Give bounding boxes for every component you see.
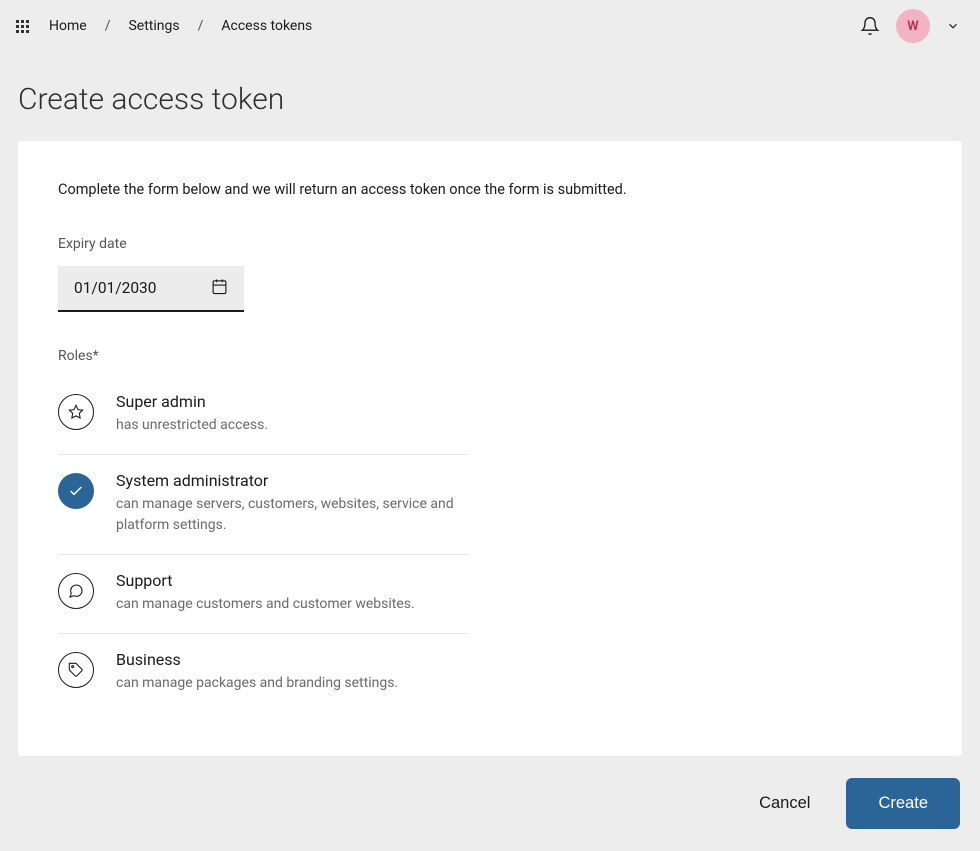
breadcrumb: Home / Settings / Access tokens (43, 14, 318, 38)
apps-icon[interactable] (16, 20, 29, 33)
breadcrumb-settings[interactable]: Settings (122, 14, 185, 38)
avatar[interactable]: W (896, 9, 930, 43)
role-content: Business can manage packages and brandin… (116, 650, 468, 694)
breadcrumb-separator: / (186, 18, 216, 34)
role-name: Support (116, 571, 468, 590)
star-icon (58, 394, 94, 430)
roles-section: Roles* Super admin has unrestricted acce… (58, 348, 922, 712)
form-card: Complete the form below and we will retu… (18, 141, 962, 756)
role-desc: can manage customers and customer websit… (116, 594, 468, 615)
calendar-icon (211, 278, 228, 299)
role-desc: has unrestricted access. (116, 415, 468, 436)
footer: Cancel Create (0, 756, 980, 851)
role-system-administrator[interactable]: System administrator can manage servers,… (58, 455, 468, 555)
page-title: Create access token (0, 52, 980, 141)
role-name: System administrator (116, 471, 468, 490)
role-content: Super admin has unrestricted access. (116, 392, 468, 436)
tag-icon (58, 652, 94, 688)
form-instructions: Complete the form below and we will retu… (58, 181, 922, 198)
roles-label: Roles* (58, 348, 922, 364)
header-right: W (860, 9, 960, 43)
expiry-date-input[interactable]: 01/01/2030 (58, 266, 244, 312)
expiry-date-value: 01/01/2030 (74, 279, 156, 297)
expiry-date-label: Expiry date (58, 236, 922, 252)
role-super-admin[interactable]: Super admin has unrestricted access. (58, 378, 468, 455)
role-content: Support can manage customers and custome… (116, 571, 468, 615)
cancel-button[interactable]: Cancel (755, 786, 814, 821)
notifications-icon[interactable] (860, 16, 880, 36)
chat-icon (58, 573, 94, 609)
role-desc: can manage packages and branding setting… (116, 673, 468, 694)
role-support[interactable]: Support can manage customers and custome… (58, 555, 468, 634)
check-icon (58, 473, 94, 509)
header-left: Home / Settings / Access tokens (16, 14, 318, 38)
role-name: Business (116, 650, 468, 669)
role-desc: can manage servers, customers, websites,… (116, 494, 468, 536)
role-name: Super admin (116, 392, 468, 411)
chevron-down-icon[interactable] (946, 19, 960, 33)
create-button[interactable]: Create (846, 778, 960, 829)
role-business[interactable]: Business can manage packages and brandin… (58, 634, 468, 712)
breadcrumb-home[interactable]: Home (43, 14, 93, 38)
role-content: System administrator can manage servers,… (116, 471, 468, 536)
header: Home / Settings / Access tokens W (0, 0, 980, 52)
breadcrumb-separator: / (93, 18, 123, 34)
breadcrumb-access-tokens[interactable]: Access tokens (215, 14, 318, 38)
